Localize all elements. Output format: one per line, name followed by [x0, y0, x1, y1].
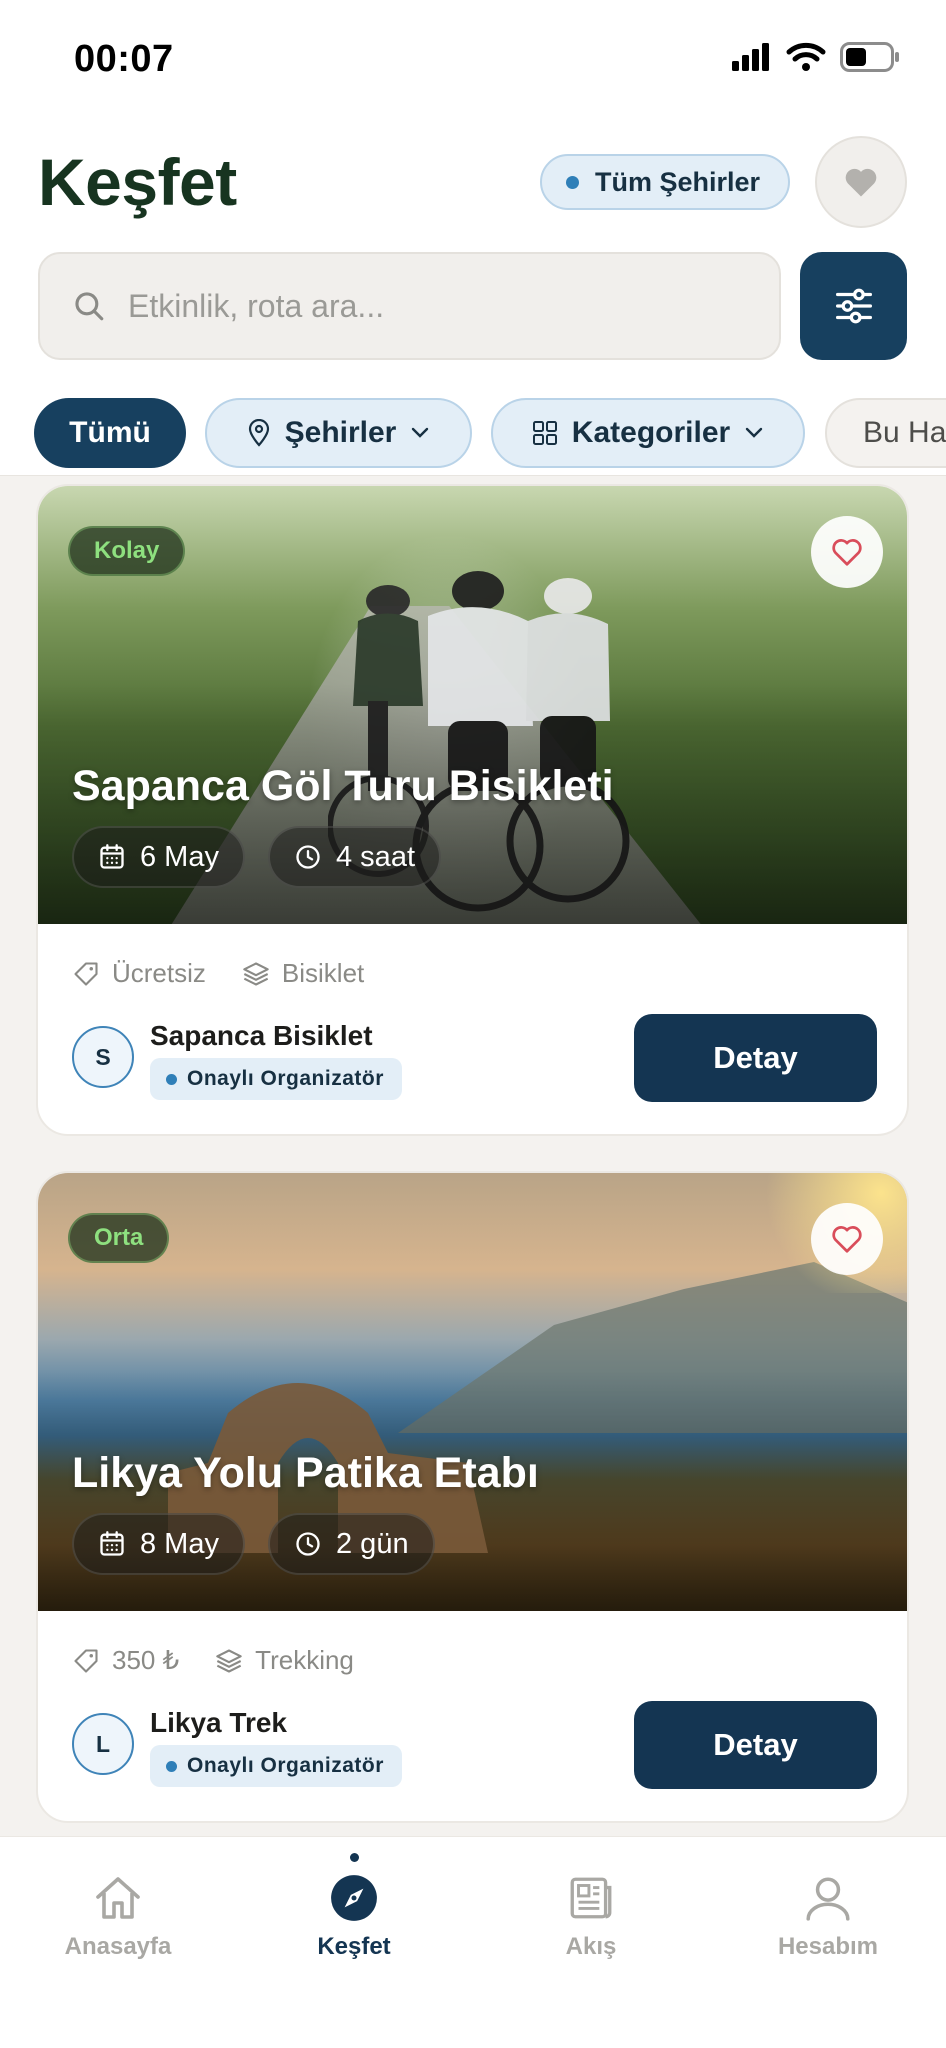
bottom-nav: Anasayfa Keşfet Akış Hesabım	[0, 1836, 946, 2048]
event-category: Trekking	[255, 1645, 354, 1675]
chip-categories[interactable]: Kategoriler	[491, 398, 805, 468]
event-price: Ücretsiz	[112, 958, 206, 988]
compass-icon	[331, 1875, 377, 1921]
event-image: Kolay Sapanca Göl Turu Bisikleti 6 May 4…	[38, 486, 907, 924]
active-indicator	[350, 1853, 359, 1862]
chip-categories-label: Kategoriler	[571, 416, 731, 449]
event-tags: 350 ₺ Trekking	[72, 1645, 354, 1676]
favorite-button[interactable]	[811, 1203, 883, 1275]
price-tag: 350 ₺	[72, 1645, 179, 1676]
layers-icon	[216, 1648, 242, 1673]
clock-icon	[296, 1532, 320, 1556]
price-tag: Ücretsiz	[72, 958, 206, 989]
header: Keşfet Tüm Şehirler Tümü	[0, 120, 946, 476]
heart-icon	[832, 1226, 862, 1253]
chip-all[interactable]: Tümü	[34, 398, 186, 468]
wifi-icon	[786, 42, 826, 71]
event-tags: Ücretsiz Bisiklet	[72, 958, 364, 989]
heart-icon	[845, 168, 877, 197]
status-bar: 00:07	[0, 0, 946, 120]
chip-all-label: Tümü	[69, 416, 151, 449]
city-dot	[566, 175, 579, 189]
event-price: 350 ₺	[112, 1645, 180, 1675]
event-title: Likya Yolu Patika Etabı	[72, 1449, 539, 1497]
tag-icon	[74, 961, 98, 986]
nav-feed[interactable]: Akış	[491, 1873, 691, 1961]
verified-badge: Onaylı Organizatör	[150, 1058, 402, 1100]
chevron-down-icon	[412, 427, 429, 438]
layers-icon	[243, 961, 269, 986]
event-title: Sapanca Göl Turu Bisikleti	[72, 762, 614, 810]
event-card[interactable]: Orta Likya Yolu Patika Etabı 8 May 2 gün…	[36, 1171, 909, 1823]
organizer-name[interactable]: Likya Trek	[150, 1707, 287, 1739]
organizer-avatar: S	[72, 1026, 134, 1088]
chip-this-week-label: Bu Hafta	[863, 416, 946, 449]
search-icon	[75, 292, 104, 321]
verified-badge: Onaylı Organizatör	[150, 1745, 402, 1787]
organizer-name[interactable]: Sapanca Bisiklet	[150, 1020, 373, 1052]
clock-icon	[296, 845, 320, 869]
nav-home[interactable]: Anasayfa	[18, 1873, 218, 1961]
chip-this-week[interactable]: Bu Hafta	[825, 398, 946, 468]
event-category: Bisiklet	[281, 958, 365, 988]
calendar-icon	[100, 844, 124, 869]
verified-label: Onaylı Organizatör	[187, 1067, 384, 1090]
status-icons	[732, 42, 900, 72]
status-time: 00:07	[74, 38, 174, 80]
battery-icon	[840, 42, 899, 72]
organizer-avatar: L	[72, 1713, 134, 1775]
nav-explore[interactable]: Keşfet	[254, 1853, 454, 1961]
calendar-icon	[100, 1531, 124, 1556]
city-selector-label: Tüm Şehirler	[595, 166, 761, 197]
category-tag: Trekking	[215, 1645, 354, 1676]
nav-home-label: Anasayfa	[64, 1933, 172, 1960]
date-pill: 6 May	[72, 826, 245, 888]
search-input[interactable]	[128, 287, 688, 325]
newspaper-icon	[570, 1877, 612, 1919]
chip-cities[interactable]: Şehirler	[205, 398, 472, 468]
event-date: 6 May	[140, 840, 219, 873]
category-tag: Bisiklet	[242, 958, 364, 989]
favorites-button[interactable]	[815, 136, 907, 228]
favorite-button[interactable]	[811, 516, 883, 588]
nav-account-label: Hesabım	[777, 1933, 879, 1960]
nav-account[interactable]: Hesabım	[728, 1873, 928, 1961]
chip-cities-label: Şehirler	[284, 416, 397, 449]
verified-dot	[166, 1073, 177, 1085]
difficulty-badge: Orta	[68, 1213, 170, 1263]
date-pill: 8 May	[72, 1513, 245, 1575]
heart-icon	[832, 539, 862, 566]
difficulty-badge: Kolay	[68, 526, 186, 576]
sliders-icon	[835, 288, 872, 324]
grid-icon	[532, 421, 557, 445]
detail-button[interactable]: Detay	[634, 1014, 877, 1102]
event-image: Orta Likya Yolu Patika Etabı 8 May 2 gün	[38, 1173, 907, 1611]
signal-icon	[732, 43, 769, 71]
event-card[interactable]: Kolay Sapanca Göl Turu Bisikleti 6 May 4…	[36, 484, 909, 1136]
event-duration: 4 saat	[336, 840, 415, 873]
event-date: 8 May	[140, 1527, 219, 1560]
tag-icon	[74, 1648, 98, 1673]
filter-button[interactable]	[800, 252, 907, 360]
filter-chips: Tümü Şehirler Kategoriler Bu Ha	[0, 396, 946, 472]
map-pin-icon	[248, 419, 269, 447]
home-icon	[96, 1877, 140, 1919]
verified-dot	[166, 1760, 177, 1772]
page-title: Keşfet	[38, 145, 237, 219]
verified-label: Onaylı Organizatör	[187, 1754, 384, 1777]
search-box[interactable]	[38, 252, 781, 360]
nav-feed-label: Akış	[565, 1933, 617, 1960]
duration-pill: 4 saat	[268, 826, 441, 888]
event-duration: 2 gün	[336, 1527, 409, 1560]
chevron-down-icon	[745, 427, 763, 438]
city-selector[interactable]: Tüm Şehirler	[540, 154, 790, 210]
nav-explore-label: Keşfet	[317, 1933, 391, 1960]
detail-button[interactable]: Detay	[634, 1701, 877, 1789]
user-icon	[806, 1877, 850, 1921]
duration-pill: 2 gün	[268, 1513, 435, 1575]
